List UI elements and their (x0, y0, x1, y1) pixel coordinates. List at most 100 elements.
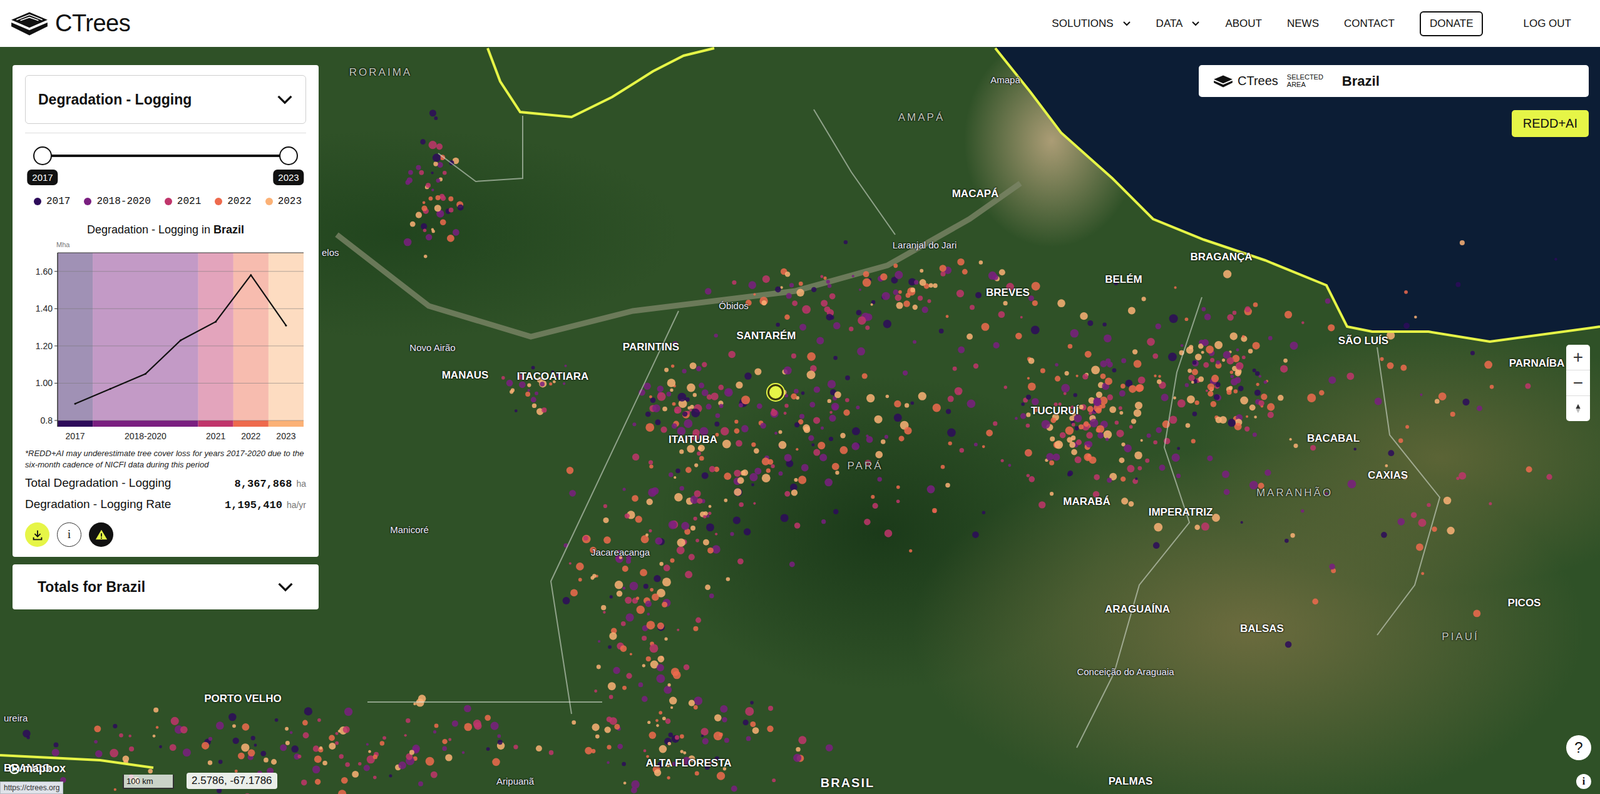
nav-item[interactable]: NEWS (1287, 17, 1319, 31)
degradation-patch (1020, 316, 1023, 319)
degradation-patch (738, 403, 744, 408)
degradation-patch (723, 472, 732, 481)
place-label: PARINTINS (622, 341, 680, 354)
redd-ai-button[interactable]: REDD+AI (1511, 110, 1589, 138)
degradation-patch (1255, 371, 1261, 377)
degradation-patch (959, 448, 965, 454)
degradation-patch (701, 728, 709, 736)
degradation-patch (826, 279, 831, 284)
degradation-patch (669, 558, 675, 563)
nav-item[interactable]: ABOUT (1225, 17, 1262, 31)
year-range-slider[interactable]: 20172023 (42, 133, 289, 194)
data-point[interactable] (214, 321, 217, 324)
degradation-patch (701, 734, 704, 738)
degradation-patch (1249, 404, 1256, 411)
degradation-patch (896, 499, 901, 504)
data-point[interactable] (284, 324, 287, 327)
degradation-patch (918, 392, 927, 401)
compass-button[interactable] (1566, 396, 1590, 422)
nav-item[interactable]: SOLUTIONS (1051, 17, 1131, 31)
degradation-patch (363, 764, 370, 772)
zoom-button[interactable]: − (1566, 370, 1590, 397)
nav-item[interactable]: LOG OUT (1523, 17, 1572, 31)
slider-end-handle[interactable] (279, 146, 298, 166)
warning-button[interactable] (88, 522, 114, 548)
degradation-patch (1086, 441, 1093, 449)
degradation-patch (291, 745, 299, 754)
degradation-patch (769, 410, 779, 419)
data-point[interactable] (249, 274, 252, 277)
nav-item[interactable]: CONTACT (1343, 17, 1395, 31)
data-point[interactable] (109, 388, 112, 390)
attribution-info-button[interactable]: i (1576, 774, 1592, 790)
degradation-patch (1070, 329, 1080, 339)
degradation-patch (431, 188, 434, 191)
degradation-patch (596, 664, 601, 670)
degradation-patch (724, 738, 730, 744)
degradation-patch (1032, 300, 1038, 307)
degradation-patch (668, 472, 673, 477)
degradation-patch (1458, 471, 1467, 480)
data-point[interactable] (144, 373, 147, 375)
degradation-patch (704, 287, 712, 295)
degradation-patch (717, 384, 724, 391)
selected-area[interactable]: CTreesSELECTED AREABrazil (1198, 65, 1589, 98)
mapbox-logo[interactable]: mapbox (8, 762, 66, 776)
nav-item[interactable]: DONATE (1419, 11, 1484, 37)
degradation-patch (1267, 411, 1274, 419)
zoom-button[interactable]: + (1566, 344, 1590, 371)
nav-item[interactable]: DATA (1156, 17, 1201, 31)
degradation-patch (436, 143, 443, 150)
degradation-patch (692, 517, 697, 521)
degradation-patch (445, 754, 452, 762)
degradation-patch (817, 441, 826, 450)
degradation-patch (513, 744, 518, 750)
degradation-patch (319, 746, 323, 750)
degradation-patch (440, 219, 447, 226)
degradation-patch (514, 409, 518, 413)
degradation-patch (798, 281, 804, 287)
degradation-patch (1402, 475, 1407, 480)
degradation-patch (1097, 432, 1104, 439)
degradation-patch (733, 470, 741, 477)
degradation-patch (1096, 391, 1103, 399)
degradation-patch (527, 383, 531, 387)
degradation-patch (848, 326, 854, 332)
degradation-patch (388, 774, 392, 779)
degradation-patch (833, 322, 841, 330)
degradation-patch (434, 723, 439, 729)
degradation-patch (1289, 438, 1293, 441)
degradation-patch (691, 433, 700, 442)
degradation-patch (921, 306, 928, 313)
degradation-patch (652, 404, 661, 413)
degradation-patch (940, 465, 946, 470)
degradation-patch (753, 292, 756, 296)
slider-start-handle[interactable] (33, 146, 52, 166)
degradation-patch (379, 741, 385, 747)
location-pin-icon[interactable] (767, 384, 784, 401)
download-button[interactable] (25, 522, 50, 548)
degradation-patch (940, 271, 946, 277)
degradation-patch (907, 287, 916, 296)
country-border (0, 48, 1600, 769)
logo[interactable]: CTrees (8, 10, 131, 37)
degradation-patch (671, 364, 675, 368)
help-button[interactable]: ? (1566, 735, 1592, 761)
degradation-patch (1155, 427, 1162, 434)
degradation-patch (688, 553, 695, 561)
degradation-patch (919, 269, 924, 273)
totals-card[interactable]: Totals for Brazil (12, 564, 319, 610)
layer-dropdown[interactable]: Degradation - Logging (25, 75, 307, 124)
data-point[interactable] (179, 339, 182, 342)
degradation-patch (1245, 415, 1249, 419)
degradation-patch (866, 394, 875, 403)
info-button[interactable]: i (56, 522, 82, 548)
degradation-patch (1076, 374, 1079, 378)
degradation-patch (1207, 391, 1214, 397)
slider-track (42, 154, 289, 158)
degradation-patch (1153, 523, 1163, 533)
map[interactable]: RORAIMAAmapáAMAPÁMACAPÁLaranjal do JariB… (0, 46, 1600, 794)
data-point[interactable] (74, 403, 77, 406)
degradation-patch (1300, 509, 1304, 513)
degradation-patch (448, 738, 452, 742)
